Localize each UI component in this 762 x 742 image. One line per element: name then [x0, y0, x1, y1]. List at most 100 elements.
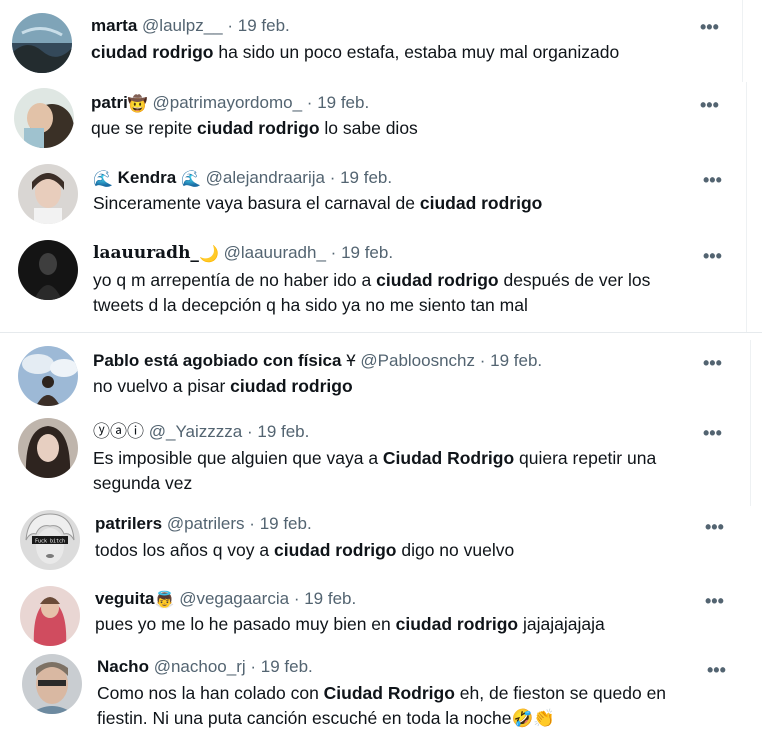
more-options-icon[interactable]: •••: [705, 592, 724, 610]
highlighted-keyword: Ciudad Rodrigo: [382, 448, 515, 468]
user-handle[interactable]: @vegagaarcia: [179, 589, 289, 608]
display-name[interactable]: Pablo está agobiado con física: [93, 351, 341, 370]
separator: ·: [479, 351, 486, 370]
user-handle[interactable]: @_Yaizzzza: [149, 422, 242, 441]
tweet-text: Sinceramente vaya basura el carnaval de …: [93, 193, 543, 213]
tweet-date[interactable]: 19 feb.: [260, 514, 312, 533]
tweet-text: que se repite ciudad rodrigo lo sabe dio…: [91, 118, 418, 138]
highlighted-keyword: ciudad rodrigo: [230, 376, 353, 396]
user-handle[interactable]: @nachoo_rj: [154, 657, 246, 676]
avatar[interactable]: [12, 13, 72, 73]
right-border: [746, 82, 747, 332]
right-border: [742, 0, 743, 82]
display-name[interactable]: ⓨⓐⓘ: [93, 422, 144, 441]
tweet-header: Pablo está agobiado con física Ұ @Pabloo…: [93, 350, 542, 372]
highlighted-keyword: Ciudad Rodrigo: [323, 683, 455, 703]
tweet-item[interactable]: Fuck bitch patrilers @patrilers · 19 feb…: [0, 506, 762, 580]
tweet-text: pues yo me lo he pasado muy bien en ciud…: [95, 614, 605, 634]
separator: ·: [293, 589, 300, 608]
user-handle[interactable]: @Pabloosnchz: [360, 351, 475, 370]
display-name[interactable]: laauuradh_: [93, 243, 199, 263]
tweet-date[interactable]: 19 feb.: [257, 422, 309, 441]
separator: ·: [250, 657, 257, 676]
separator: ·: [249, 514, 255, 533]
avatar[interactable]: [18, 240, 78, 300]
tweet-text: todos los años q voy a ciudad rodrigo di…: [95, 540, 515, 560]
tweet-header: ⓨⓐⓘ @_Yaizzzza · 19 feb.: [93, 421, 309, 443]
more-options-icon[interactable]: •••: [703, 424, 722, 442]
tweet-header: patrilers @patrilers · 19 feb.: [95, 513, 312, 535]
wave-emoji-icon: 🌊: [93, 171, 113, 188]
tweet-header: laauuradh_🌙 @laauuradh_ · 19 feb.: [93, 242, 393, 266]
tweet-item[interactable]: Pablo está agobiado con física Ұ @Pabloo…: [0, 340, 762, 410]
avatar[interactable]: Fuck bitch: [20, 510, 80, 570]
tweet-date[interactable]: 19 feb.: [238, 16, 290, 35]
highlighted-keyword: ciudad rodrigo: [274, 540, 397, 560]
avatar[interactable]: [20, 586, 80, 646]
display-name[interactable]: Kendra: [118, 168, 177, 187]
wave-emoji-icon: 🌊: [180, 171, 201, 188]
separator: ·: [246, 422, 253, 441]
more-options-icon[interactable]: •••: [700, 18, 719, 36]
user-handle[interactable]: @laulpz__: [142, 16, 223, 35]
angel-emoji-icon: 👼: [154, 592, 175, 609]
highlighted-keyword: ciudad rodrigo: [419, 193, 543, 213]
tweet-text: Como nos la han colado con Ciudad Rodrig…: [97, 683, 667, 728]
tweet-item[interactable]: Nacho @nachoo_rj · 19 feb. ••• Como nos …: [0, 650, 762, 742]
tweet-item[interactable]: laauuradh_🌙 @laauuradh_ · 19 feb. ••• yo…: [0, 234, 762, 332]
tweet-date[interactable]: 19 feb.: [261, 657, 313, 676]
tweet-header: marta @laulpz__ · 19 feb.: [91, 15, 290, 37]
divider: [0, 332, 762, 333]
tweet-text: ciudad rodrigo ha sido un poco estafa, e…: [91, 42, 620, 62]
highlighted-keyword: ciudad rodrigo: [197, 118, 320, 138]
highlighted-keyword: ciudad rodrigo: [395, 614, 519, 634]
right-border: [750, 340, 751, 506]
tweet-header: veguita👼 @vegagaarcia · 19 feb.: [95, 588, 356, 612]
more-options-icon[interactable]: •••: [703, 354, 722, 372]
user-handle[interactable]: @patrilers: [167, 514, 245, 533]
avatar[interactable]: [14, 88, 74, 148]
avatar[interactable]: [18, 418, 78, 478]
cowboy-emoji-icon: 🤠: [127, 96, 148, 113]
avatar[interactable]: [18, 346, 78, 406]
more-options-icon[interactable]: •••: [703, 171, 722, 189]
separator: ·: [306, 93, 313, 112]
separator: ·: [227, 16, 234, 35]
display-name[interactable]: patrilers: [95, 514, 162, 533]
highlighted-keyword: ciudad rodrigo: [91, 42, 214, 62]
more-options-icon[interactable]: •••: [703, 247, 722, 265]
tweet-item[interactable]: patri🤠 @patrimayordomo_ · 19 feb. ••• qu…: [0, 82, 762, 158]
user-handle[interactable]: @patrimayordomo_: [153, 93, 303, 112]
tweet-item[interactable]: 🌊 Kendra 🌊 @alejandraarija · 19 feb. •••…: [0, 158, 762, 234]
tweet-text: yo q m arrepentía de no haber ido a ciud…: [93, 270, 651, 315]
display-name[interactable]: veguita: [95, 589, 155, 608]
tweet-item[interactable]: ⓨⓐⓘ @_Yaizzzza · 19 feb. ••• Es imposibl…: [0, 410, 762, 506]
avatar-caption: Fuck bitch: [35, 539, 65, 545]
moon-emoji-icon: 🌙: [198, 246, 219, 263]
tweet-header: Nacho @nachoo_rj · 19 feb.: [97, 656, 313, 678]
tweet-item[interactable]: marta @laulpz__ · 19 feb. ••• ciudad rod…: [0, 0, 762, 82]
user-handle[interactable]: @laauuradh_: [224, 243, 326, 262]
display-name[interactable]: patri: [91, 93, 128, 112]
tweet-date[interactable]: 19 feb.: [317, 93, 369, 112]
avatar[interactable]: [18, 164, 78, 224]
tweet-date[interactable]: 19 feb.: [304, 589, 356, 608]
highlighted-keyword: ciudad rodrigo: [376, 270, 499, 290]
more-options-icon[interactable]: •••: [700, 96, 719, 114]
tweet-text: no vuelvo a pisar ciudad rodrigo: [93, 376, 353, 396]
display-name[interactable]: marta: [91, 16, 137, 35]
tweet-date[interactable]: 19 feb.: [341, 243, 393, 262]
tweet-text: Es imposible que alguien que vaya a Ciud…: [93, 448, 657, 493]
tweet-header: 🌊 Kendra 🌊 @alejandraarija · 19 feb.: [93, 167, 392, 191]
display-name[interactable]: Nacho: [97, 657, 149, 676]
user-handle[interactable]: @alejandraarija: [206, 168, 325, 187]
tweet-date[interactable]: 19 feb.: [340, 168, 392, 187]
tweet-item[interactable]: veguita👼 @vegagaarcia · 19 feb. ••• pues…: [0, 580, 762, 650]
avatar[interactable]: [22, 654, 82, 714]
more-options-icon[interactable]: •••: [705, 518, 724, 536]
symbol-icon: Ұ: [346, 351, 356, 370]
tweet-date[interactable]: 19 feb.: [490, 351, 542, 370]
separator: ·: [329, 168, 336, 187]
tweet-header: patri🤠 @patrimayordomo_ · 19 feb.: [91, 92, 369, 116]
more-options-icon[interactable]: •••: [707, 661, 726, 679]
